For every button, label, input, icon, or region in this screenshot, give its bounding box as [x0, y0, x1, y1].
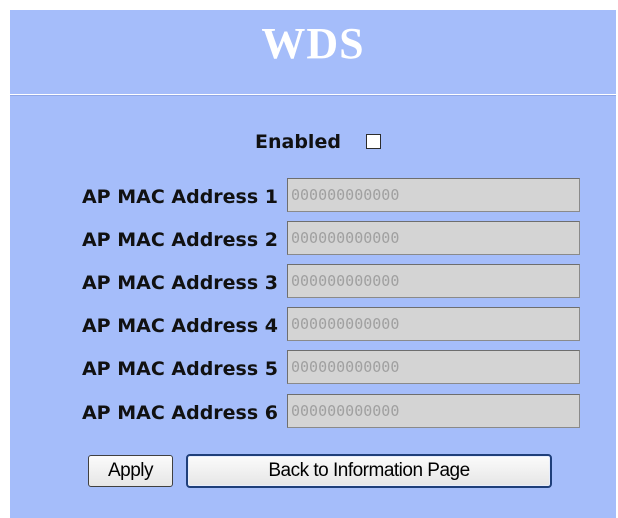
mac-label-5: AP MAC Address 5 [81, 358, 278, 380]
wds-panel: WDS Enabled AP MAC Address 1 AP MAC Addr… [10, 10, 616, 518]
title-divider [10, 94, 616, 96]
mac-input-4[interactable] [287, 307, 580, 341]
enabled-checkbox[interactable] [366, 134, 381, 149]
back-to-information-page-button[interactable]: Back to Information Page [186, 454, 552, 488]
enabled-label: Enabled [255, 131, 341, 153]
mac-row-6: AP MAC Address 6 [10, 394, 616, 430]
mac-row-2: AP MAC Address 2 [10, 221, 616, 257]
mac-input-3[interactable] [287, 264, 580, 298]
mac-row-3: AP MAC Address 3 [10, 264, 616, 300]
mac-row-1: AP MAC Address 1 [10, 178, 616, 214]
mac-label-2: AP MAC Address 2 [81, 229, 278, 251]
mac-input-1[interactable] [287, 178, 580, 212]
mac-input-5[interactable] [287, 350, 580, 384]
mac-label-4: AP MAC Address 4 [81, 315, 278, 337]
mac-label-3: AP MAC Address 3 [81, 272, 278, 294]
mac-input-2[interactable] [287, 221, 580, 255]
mac-row-4: AP MAC Address 4 [10, 307, 616, 343]
mac-input-6[interactable] [287, 394, 580, 428]
mac-label-6: AP MAC Address 6 [81, 402, 278, 424]
mac-label-1: AP MAC Address 1 [81, 186, 278, 208]
mac-row-5: AP MAC Address 5 [10, 350, 616, 386]
page-title: WDS [261, 19, 365, 68]
apply-button[interactable]: Apply [88, 455, 173, 487]
